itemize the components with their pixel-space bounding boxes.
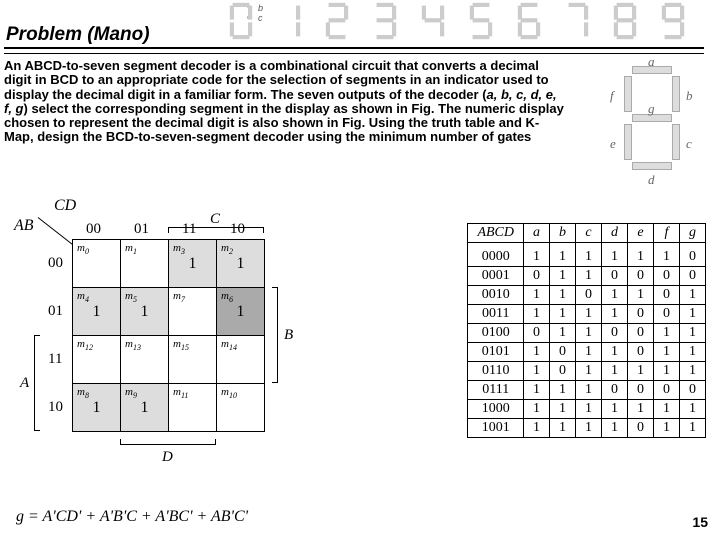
seg-e-icon (624, 124, 632, 160)
kmap-col-header: 00 (86, 221, 101, 238)
kmap-label-b: B (284, 327, 293, 344)
desc-part-2: ) select the corresponding segment in th… (4, 101, 564, 145)
kmap-bracket-a (34, 335, 40, 431)
truth-header: a (524, 224, 550, 243)
truth-header: ABCD (468, 224, 524, 243)
kmap-cell: m51 (121, 288, 169, 336)
table-row: 01111110000 (468, 381, 706, 400)
table-row: 01011011011 (468, 343, 706, 362)
table-row: 01101011111 (468, 362, 706, 381)
table-row: 10011111011 (468, 419, 706, 438)
problem-description: An ABCD-to-seven segment decoder is a co… (4, 59, 564, 145)
digit-0-icon (220, 0, 262, 42)
kmap-cell: m31 (169, 240, 217, 288)
seg-f-icon (624, 76, 632, 112)
digit-5-icon (460, 0, 502, 42)
table-row: 00111111001 (468, 305, 706, 324)
digit-2-icon (316, 0, 358, 42)
seg-c-label: c (686, 136, 692, 152)
kmap-cell: m0 (73, 240, 121, 288)
seg-b-icon (672, 76, 680, 112)
digit-9-icon (652, 0, 694, 42)
kmap-row-var-label: AB (14, 217, 34, 235)
page-number: 15 (692, 514, 708, 530)
digit-8-icon (604, 0, 646, 42)
page-title: Problem (Mano) (6, 24, 150, 46)
truth-header: c (576, 224, 602, 243)
kmap-cell: m21 (217, 240, 265, 288)
seg-g-label: g (648, 101, 655, 117)
seg-c-icon (672, 124, 680, 160)
seg-e-label: e (610, 136, 616, 152)
seg-d-label: d (648, 172, 655, 188)
kmap-col-header: 01 (134, 221, 149, 238)
digit-7-icon (556, 0, 598, 42)
kmap-diagonal-line (38, 217, 76, 255)
kmap-row-header: 11 (48, 351, 62, 368)
kmap-bracket-b (272, 287, 278, 383)
kmap-cell: m12 (73, 336, 121, 384)
kmap-cell: m1 (121, 240, 169, 288)
truth-header: d (602, 224, 628, 243)
table-row: 01000110011 (468, 324, 706, 343)
kmap-label-d: D (162, 449, 173, 466)
seg-a-label: a (648, 54, 655, 70)
table-row: 10001111111 (468, 400, 706, 419)
seg-d-icon (632, 162, 672, 170)
kmap-row-header: 01 (48, 303, 63, 320)
kmap-col-var-label: CD (54, 197, 76, 215)
table-row: 00101101101 (468, 286, 706, 305)
table-row: 00010110000 (468, 267, 706, 286)
kmap-row-header: 00 (48, 255, 63, 272)
kmap-cell: m41 (73, 288, 121, 336)
kmap-bracket-d (120, 439, 216, 445)
truth-header: e (628, 224, 654, 243)
digit-1-icon (268, 0, 310, 42)
digit-6-icon (508, 0, 550, 42)
seven-segment-digits-row (220, 0, 694, 42)
digit-3-icon (364, 0, 406, 42)
kmap-cell: m81 (73, 384, 121, 432)
truth-header: b (550, 224, 576, 243)
seg-f-label: f (610, 88, 614, 104)
kmap-row-header: 10 (48, 399, 63, 416)
kmap-label-c: C (210, 211, 220, 228)
kmap-cell: m10 (217, 384, 265, 432)
truth-header: g (680, 224, 706, 243)
rule-thin (4, 53, 704, 54)
boolean-equation: g = A'CD' + A'B'C + A'BC' + AB'C' (16, 508, 248, 526)
truth-header: f (654, 224, 680, 243)
kmap-cell: m7 (169, 288, 217, 336)
kmap-cell: m14 (217, 336, 265, 384)
seven-segment-layout-figure: a b c d e f g (602, 58, 712, 188)
kmap-cell: m15 (169, 336, 217, 384)
kmap-cell: m61 (217, 288, 265, 336)
kmap-cell: m13 (121, 336, 169, 384)
kmap-cell: m91 (121, 384, 169, 432)
title-area: Problem (Mano) b c (0, 0, 720, 48)
seg-b-label: b (686, 88, 693, 104)
rule-thick (4, 47, 704, 49)
kmap-cell: m11 (169, 384, 217, 432)
truth-table: ABCDabcdefg 0000111111000010110000001011… (467, 223, 706, 438)
kmap-label-a: A (20, 375, 29, 392)
desc-part-1: An ABCD-to-seven segment decoder is a co… (4, 58, 549, 102)
kmap-grid: m0 m1 m31 m21 m41 m51 m7 m61 m12 m13 m15… (72, 239, 265, 432)
digit-4-icon (412, 0, 454, 42)
table-row: 00001111110 (468, 243, 706, 267)
